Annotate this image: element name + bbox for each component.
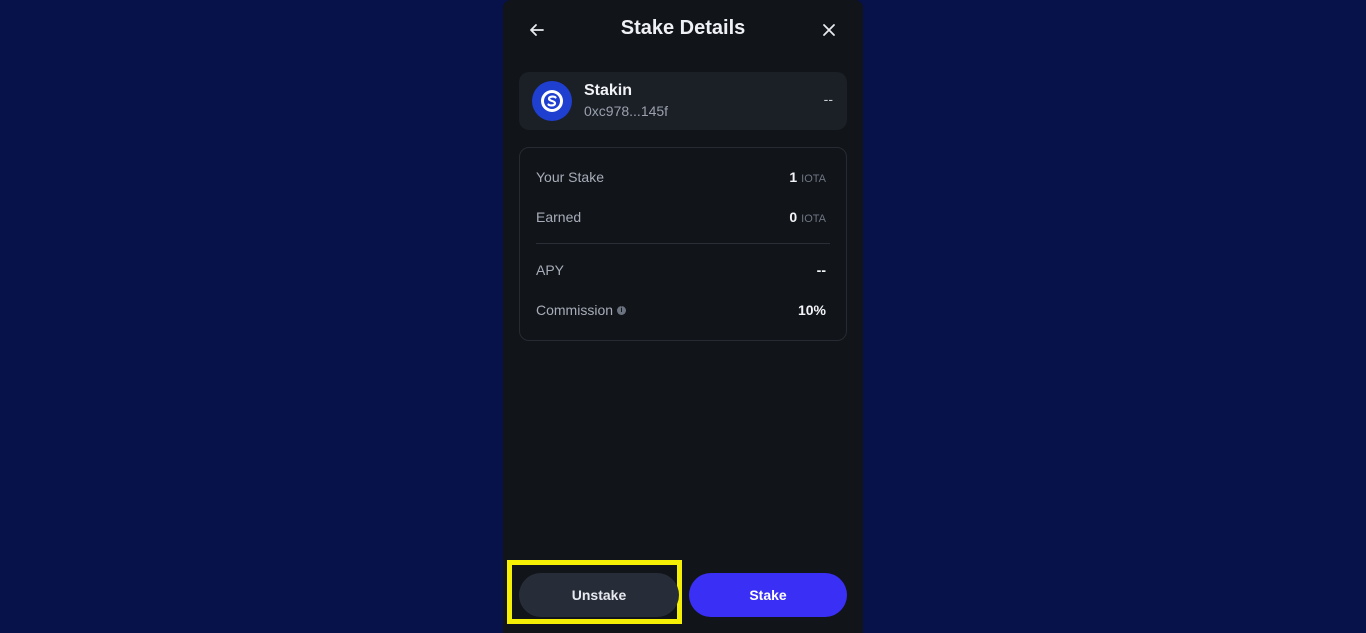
commission-value: 10% xyxy=(797,302,826,318)
apy-row: APY -- xyxy=(536,260,826,280)
stakin-logo-icon xyxy=(541,90,563,112)
commission-row: Commission i 10% xyxy=(536,300,826,320)
stake-details-panel: Stake Details Stakin 0xc978...145f -- Yo… xyxy=(503,0,863,633)
validator-card[interactable]: Stakin 0xc978...145f -- xyxy=(519,72,847,130)
earned-row: Earned 0 IOTA xyxy=(536,207,826,227)
earned-unit: IOTA xyxy=(801,213,826,225)
commission-label: Commission xyxy=(536,302,614,318)
your-stake-value: 1 xyxy=(789,169,798,185)
header: Stake Details xyxy=(503,0,863,60)
validator-avatar xyxy=(532,81,572,121)
validator-name: Stakin xyxy=(584,82,633,99)
earned-value: 0 xyxy=(789,209,798,225)
close-button[interactable] xyxy=(815,16,843,44)
earned-label: Earned xyxy=(536,209,582,225)
close-icon xyxy=(823,24,835,36)
validator-value: -- xyxy=(823,91,833,107)
earned-amount: 0 IOTA xyxy=(789,209,826,225)
your-stake-amount: 1 IOTA xyxy=(789,169,826,185)
stake-button[interactable]: Stake xyxy=(689,573,847,617)
commission-label-group: Commission i xyxy=(536,302,627,318)
unstake-button[interactable]: Unstake xyxy=(519,573,679,617)
info-icon[interactable]: i xyxy=(617,305,627,315)
your-stake-unit: IOTA xyxy=(801,173,826,185)
divider xyxy=(536,243,830,244)
apy-label: APY xyxy=(536,262,565,278)
your-stake-row: Your Stake 1 IOTA xyxy=(536,167,826,187)
your-stake-label: Your Stake xyxy=(536,169,604,185)
apy-value: -- xyxy=(816,262,826,278)
page-title: Stake Details xyxy=(620,17,746,39)
validator-address: 0xc978...145f xyxy=(584,103,669,119)
stake-details-card: Your Stake 1 IOTA Earned 0 IOTA APY -- C… xyxy=(519,147,847,341)
